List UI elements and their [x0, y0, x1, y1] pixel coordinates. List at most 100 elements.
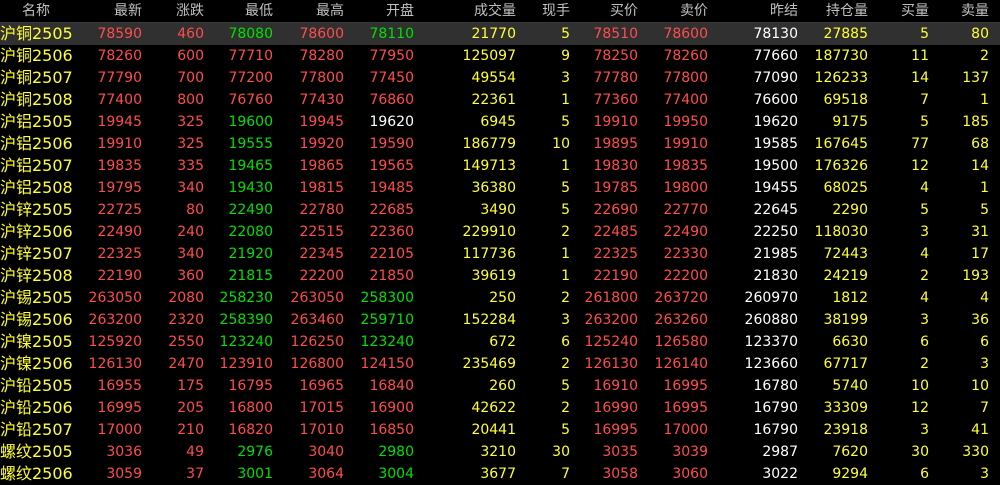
cell-high: 263050 — [290, 290, 344, 306]
cell-ask: 17000 — [663, 422, 708, 438]
cell-ask-qty: 3 — [980, 466, 989, 482]
cell-change: 460 — [177, 26, 204, 42]
cell-ask: 22490 — [663, 224, 708, 240]
cell-high: 3064 — [308, 466, 344, 482]
cell-low: 21815 — [228, 268, 273, 284]
column-header-low[interactable]: 最低 — [205, 0, 273, 22]
column-header-oi[interactable]: 持仓量 — [800, 0, 868, 22]
cell-open: 22685 — [369, 202, 414, 218]
column-header-high[interactable]: 最高 — [274, 0, 344, 22]
cell-name: 沪锡2506 — [0, 310, 73, 329]
cell-oi: 38199 — [823, 312, 868, 328]
cell-high: 77800 — [299, 70, 344, 86]
cell-low: 76760 — [228, 92, 273, 108]
column-header-prev-settle[interactable]: 昨结 — [740, 0, 798, 22]
column-header-ask[interactable]: 卖价 — [640, 0, 708, 22]
cell-volume: 42622 — [471, 400, 516, 416]
cell-bid: 22690 — [593, 202, 638, 218]
table-row[interactable]: 沪铜2505 78590 460 78080 78600 78110 21770 5 78510… — [0, 23, 1000, 45]
cell-low: 3001 — [237, 466, 273, 482]
table-row[interactable]: 螺纹2506 3059 37 3001 3064 3004 3677 7 3058 3060 302… — [0, 463, 1000, 485]
cell-change: 240 — [177, 224, 204, 240]
column-header-cur-vol[interactable]: 现手 — [525, 0, 570, 22]
cell-prev-settle: 19620 — [753, 114, 798, 130]
table-row[interactable]: 沪铅2507 17000 210 16820 17010 16850 20441 5 16995… — [0, 419, 1000, 441]
cell-name: 沪铜2508 — [0, 90, 73, 109]
cell-bid-qty: 6 — [920, 466, 929, 482]
table-row[interactable]: 沪锡2505 263050 2080 258230 263050 258300 250 2 26… — [0, 287, 1000, 309]
cell-name: 沪铝2505 — [0, 112, 73, 131]
cell-prev-settle: 22645 — [753, 202, 798, 218]
table-row[interactable]: 沪铜2508 77400 800 76760 77430 76860 22361 1 77360… — [0, 89, 1000, 111]
cell-ask-qty: 80 — [971, 26, 989, 42]
cell-cur-vol: 2 — [561, 224, 570, 240]
cell-last: 22325 — [97, 246, 142, 262]
cell-ask: 22200 — [663, 268, 708, 284]
cell-last: 263200 — [88, 312, 142, 328]
column-header-bid-qty[interactable]: 买量 — [880, 0, 929, 22]
cell-prev-settle: 16790 — [753, 400, 798, 416]
table-row[interactable]: 沪锌2505 22725 80 22490 22780 22685 3490 5 22690 22… — [0, 199, 1000, 221]
column-header-change[interactable]: 涨跌 — [143, 0, 204, 22]
cell-high: 78280 — [299, 48, 344, 64]
column-header-volume[interactable]: 成交量 — [445, 0, 516, 22]
cell-change: 37 — [186, 466, 204, 482]
cell-prev-settle: 19585 — [753, 136, 798, 152]
cell-ask: 126140 — [654, 356, 708, 372]
table-row[interactable]: 沪锌2508 22190 360 21815 22200 21850 39619 1 22190… — [0, 265, 1000, 287]
cell-ask-qty: 3 — [980, 356, 989, 372]
cell-volume: 229910 — [462, 224, 516, 240]
cell-ask-qty: 68 — [971, 136, 989, 152]
cell-high: 17015 — [299, 400, 344, 416]
table-row[interactable]: 沪铅2506 16995 205 16800 17015 16900 42622 2 16990… — [0, 397, 1000, 419]
cell-bid: 19785 — [593, 180, 638, 196]
table-row[interactable]: 沪锡2506 263200 2320 258390 263460 259710 152284… — [0, 309, 1000, 331]
cell-bid: 16910 — [593, 378, 638, 394]
cell-bid: 125240 — [584, 334, 638, 350]
cell-last: 263050 — [88, 290, 142, 306]
cell-bid: 16990 — [593, 400, 638, 416]
column-header-last[interactable]: 最新 — [80, 0, 142, 22]
cell-high: 16965 — [299, 378, 344, 394]
table-row[interactable]: 沪铝2507 19835 335 19465 19865 19565 149713 1 1983… — [0, 155, 1000, 177]
table-row[interactable]: 沪铝2508 19795 340 19430 19815 19485 36380 5 19785… — [0, 177, 1000, 199]
cell-ask-qty: 31 — [971, 224, 989, 240]
table-row[interactable]: 沪镍2506 126130 2470 123910 126800 124150 235469… — [0, 353, 1000, 375]
cell-oi: 67717 — [823, 356, 868, 372]
table-row[interactable]: 沪铜2507 77790 700 77200 77800 77450 49554 3 77780… — [0, 67, 1000, 89]
cell-ask: 263260 — [654, 312, 708, 328]
cell-cur-vol: 2 — [561, 290, 570, 306]
cell-name: 沪锌2506 — [0, 222, 73, 241]
table-row[interactable]: 沪锌2506 22490 240 22080 22515 22360 229910 2 2248… — [0, 221, 1000, 243]
cell-prev-settle: 260970 — [744, 290, 798, 306]
cell-bid: 77780 — [593, 70, 638, 86]
cell-bid: 3058 — [602, 466, 638, 482]
column-header-bid[interactable]: 买价 — [572, 0, 638, 22]
table-row[interactable]: 沪铝2505 19945 325 19600 19945 19620 6945 5 19910 1… — [0, 111, 1000, 133]
table-row[interactable]: 沪锌2507 22325 340 21920 22345 22105 117736 1 2232… — [0, 243, 1000, 265]
cell-ask: 19910 — [663, 136, 708, 152]
cell-prev-settle: 19455 — [753, 180, 798, 196]
cell-ask-qty: 41 — [971, 422, 989, 438]
cell-name: 沪铜2505 — [0, 24, 73, 43]
column-header-name[interactable]: 名称 — [0, 0, 72, 22]
cell-ask: 3039 — [672, 444, 708, 460]
cell-last: 3059 — [106, 466, 142, 482]
cell-open: 16840 — [369, 378, 414, 394]
table-row[interactable]: 螺纹2505 3036 49 2976 3040 2980 3210 30 3035 3039 29… — [0, 441, 1000, 463]
column-header-ask-qty[interactable]: 卖量 — [935, 0, 989, 22]
cell-bid-qty: 4 — [920, 290, 929, 306]
table-row[interactable]: 沪铅2505 16955 175 16795 16965 16840 260 5 16910 16… — [0, 375, 1000, 397]
cell-cur-vol: 1 — [561, 158, 570, 174]
cell-change: 2550 — [168, 334, 204, 350]
table-row[interactable]: 沪镍2505 125920 2550 123240 126250 123240 672 6 12… — [0, 331, 1000, 353]
column-header-open[interactable]: 开盘 — [345, 0, 414, 22]
cell-low: 19465 — [228, 158, 273, 174]
table-row[interactable]: 沪铜2506 78260 600 77710 78280 77950 125097 9 7825… — [0, 45, 1000, 67]
table-row[interactable]: 沪铝2506 19910 325 19555 19920 19590 186779 10 198… — [0, 133, 1000, 155]
cell-volume: 125097 — [462, 48, 516, 64]
futures-quote-board: 名称 最新 涨跌 最低 最高 开盘 成交量 现手 买价 卖价 昨结 持仓量 买量 卖量 沪铜2505 785… — [0, 0, 1000, 485]
cell-volume: 117736 — [462, 246, 516, 262]
cell-low: 16820 — [228, 422, 273, 438]
cell-last: 19945 — [97, 114, 142, 130]
